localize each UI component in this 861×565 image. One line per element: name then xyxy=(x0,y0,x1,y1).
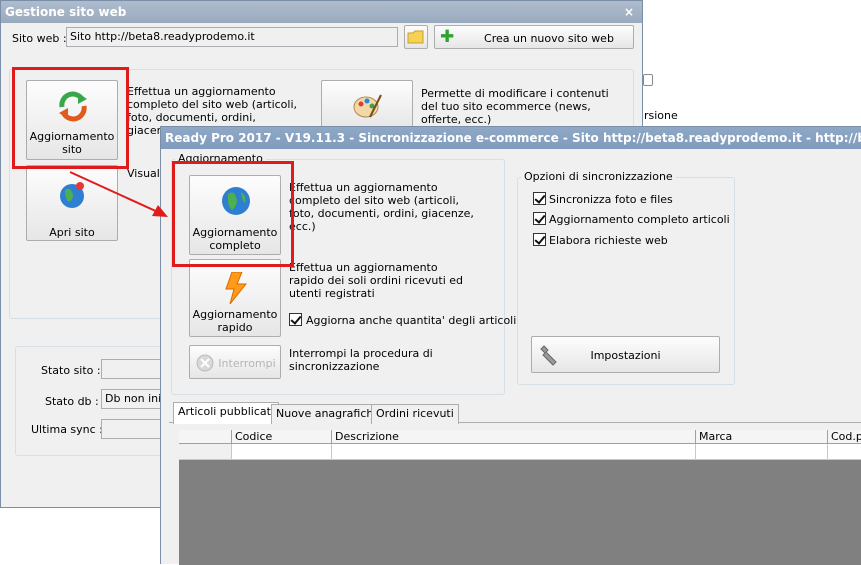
web-requests-checkbox[interactable] xyxy=(533,233,546,246)
status-site-field xyxy=(101,359,163,379)
quick-update-description: Effettua un aggiornamento rapido dei sol… xyxy=(289,261,463,300)
open-folder-button[interactable] xyxy=(404,25,428,49)
version-label-partial: rsione xyxy=(644,109,678,122)
interrupt-button[interactable]: Interrompi xyxy=(189,345,281,379)
status-db-field: Db non inizia xyxy=(101,389,163,409)
last-sync-label: Ultima sync : xyxy=(31,423,103,436)
globe-icon xyxy=(60,182,84,208)
grid-area[interactable]: Codice Descrizione Marca Cod.p xyxy=(179,430,861,565)
quick-update-line2: rapido xyxy=(217,321,253,334)
new-site-label: Crea un nuovo sito web xyxy=(484,32,614,45)
full-articles-checkbox[interactable] xyxy=(533,212,546,225)
col-descrizione[interactable]: Descrizione xyxy=(332,430,696,444)
col-codice[interactable]: Codice xyxy=(232,430,332,444)
quick-update-line1: Aggiornamento xyxy=(192,308,278,321)
close-icon[interactable]: × xyxy=(624,1,634,23)
lightning-icon xyxy=(225,272,248,304)
row-indicator-header xyxy=(179,430,232,444)
highlight-update-site xyxy=(12,67,129,169)
open-site-button[interactable]: Apri sito xyxy=(26,165,118,241)
site-field[interactable]: Sito http://beta8.readyprodemo.it xyxy=(66,27,398,47)
folder-icon xyxy=(407,30,424,44)
sync-photos-label: Sincronizza foto e files xyxy=(549,193,673,206)
interrupt-label: Interrompi xyxy=(218,357,276,370)
open-site-label: Apri sito xyxy=(49,226,95,239)
edit-content-button[interactable] xyxy=(321,80,413,130)
plus-icon: ✚ xyxy=(440,27,455,47)
sync-photos-checkbox[interactable] xyxy=(533,192,546,205)
tab-ordini-ricevuti[interactable]: Ordini ricevuti xyxy=(371,404,459,424)
status-site-label: Stato sito : xyxy=(41,364,101,377)
tab-articoli-pubblicati[interactable]: Articoli pubblicati xyxy=(173,402,279,424)
sync-window-title: Ready Pro 2017 - V19.11.3 - Sincronizzaz… xyxy=(161,127,861,149)
update-qty-label: Aggiorna anche quantita' degli articoli xyxy=(306,314,517,327)
cell-cod-p[interactable] xyxy=(828,444,861,460)
cell-descrizione[interactable] xyxy=(332,444,696,460)
full-update-description: Effettua un aggiornamento completo del s… xyxy=(289,181,474,233)
highlight-full-update xyxy=(172,161,294,267)
last-sync-field xyxy=(101,419,163,439)
cell-marca[interactable] xyxy=(696,444,828,460)
full-articles-label: Aggiornamento completo articoli xyxy=(549,213,730,226)
col-cod-p[interactable]: Cod.p xyxy=(828,430,861,444)
tab-nuove-anagrafiche[interactable]: Nuove anagrafiche xyxy=(271,404,386,424)
bg-window-title: Gestione sito web xyxy=(1,1,642,23)
status-db-label: Stato db : xyxy=(45,395,99,408)
cell-codice[interactable] xyxy=(232,444,332,460)
new-site-button[interactable]: ✚ Crea un nuovo sito web xyxy=(434,25,634,49)
site-label: Sito web : xyxy=(12,32,67,45)
interrupt-description: Interrompi la procedura di sincronizzazi… xyxy=(289,347,433,373)
row-indicator-cell xyxy=(179,444,232,460)
settings-button[interactable]: Impostazioni xyxy=(531,336,720,373)
open-site-description: Visuali xyxy=(127,167,163,180)
quick-update-button[interactable]: Aggiornamento rapido xyxy=(189,259,281,337)
stop-icon xyxy=(196,354,214,372)
edit-content-description: Permette di modificare i contenuti del t… xyxy=(421,87,609,126)
pin-icon xyxy=(643,74,653,86)
update-qty-checkbox[interactable] xyxy=(289,313,302,326)
web-requests-label: Elabora richieste web xyxy=(549,234,668,247)
col-marca[interactable]: Marca xyxy=(696,430,828,444)
palette-icon xyxy=(353,94,382,118)
settings-label: Impostazioni xyxy=(590,349,661,362)
options-group-legend: Opzioni di sincronizzazione xyxy=(521,170,676,183)
